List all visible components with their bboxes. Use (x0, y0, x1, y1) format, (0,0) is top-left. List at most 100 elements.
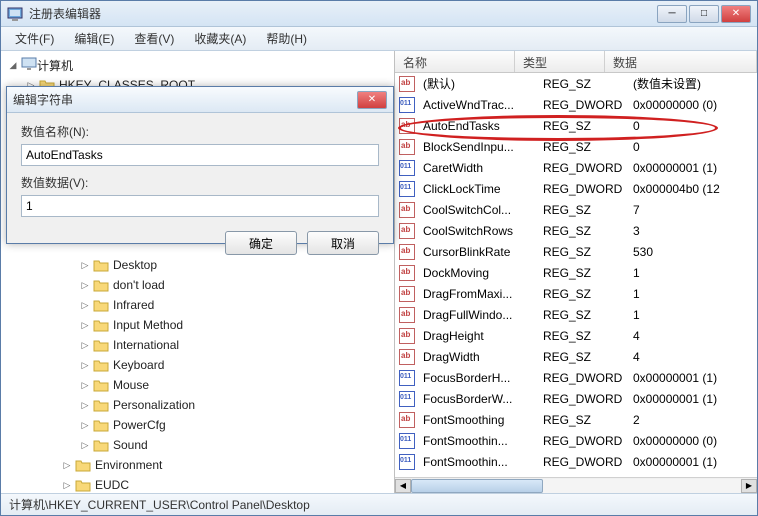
list-row[interactable]: DockMovingREG_SZ1 (395, 262, 757, 283)
tree-item[interactable]: ▷Keyboard (1, 355, 394, 375)
main-titlebar[interactable]: 注册表编辑器 ─ □ ✕ (1, 1, 757, 27)
value-type: REG_SZ (539, 329, 629, 343)
menu-help[interactable]: 帮助(H) (256, 27, 317, 50)
list-row[interactable]: FontSmoothingREG_SZ2 (395, 409, 757, 430)
cancel-button[interactable]: 取消 (307, 231, 379, 255)
dialog-body: 数值名称(N): 数值数据(V): 确定 取消 (7, 113, 393, 265)
expander-icon[interactable]: ▷ (79, 379, 91, 391)
list-row[interactable]: ClickLockTimeREG_DWORD0x000004b0 (12 (395, 178, 757, 199)
list-row[interactable]: DragFromMaxi...REG_SZ1 (395, 283, 757, 304)
list-row[interactable]: DragWidthREG_SZ4 (395, 346, 757, 367)
list-row[interactable]: BlockSendInpu...REG_SZ0 (395, 136, 757, 157)
menubar: 文件(F) 编辑(E) 查看(V) 收藏夹(A) 帮助(H) (1, 27, 757, 51)
value-data: 0x00000001 (1) (629, 455, 757, 469)
list-row[interactable]: FontSmoothin...REG_DWORD0x00000000 (0) (395, 430, 757, 451)
menu-view[interactable]: 查看(V) (124, 27, 184, 50)
value-name: DragFullWindo... (419, 308, 539, 322)
expander-icon[interactable]: ▷ (79, 279, 91, 291)
dword-value-icon (399, 433, 415, 449)
menu-file[interactable]: 文件(F) (5, 27, 64, 50)
value-name: CursorBlinkRate (419, 245, 539, 259)
close-button[interactable]: ✕ (721, 5, 751, 23)
tree-label: Personalization (113, 398, 195, 412)
list-row[interactable]: FontSmoothin...REG_DWORD0x00000001 (1) (395, 451, 757, 472)
folder-icon (93, 358, 109, 372)
tree-item[interactable]: ▷ Personalization (1, 395, 394, 415)
list-row[interactable]: CoolSwitchCol...REG_SZ7 (395, 199, 757, 220)
list-row[interactable]: CaretWidthREG_DWORD0x00000001 (1) (395, 157, 757, 178)
expander-icon[interactable]: ▷ (79, 339, 91, 351)
list-row[interactable]: ActiveWndTrac...REG_DWORD0x00000000 (0) (395, 94, 757, 115)
string-value-icon (399, 286, 415, 302)
tree-root[interactable]: ◢ 计算机 (1, 55, 394, 75)
tree-item[interactable]: ▷Sound (1, 435, 394, 455)
scroll-thumb[interactable] (411, 479, 543, 493)
tree-item[interactable]: ▷ Infrared (1, 295, 394, 315)
value-data: 0x000004b0 (12 (629, 182, 757, 196)
expander-icon[interactable]: ▷ (79, 319, 91, 331)
col-header-type[interactable]: 类型 (515, 51, 605, 72)
expander-icon[interactable]: ▷ (79, 419, 91, 431)
tree-label: International (113, 338, 179, 352)
scroll-left-icon[interactable]: ◀ (395, 479, 411, 493)
minimize-button[interactable]: ─ (657, 5, 687, 23)
tree-label: Environment (95, 458, 162, 472)
value-name: FontSmoothin... (419, 434, 539, 448)
value-data-input[interactable] (21, 195, 379, 217)
list-row[interactable]: DragHeightREG_SZ4 (395, 325, 757, 346)
edit-string-dialog: 编辑字符串 ✕ 数值名称(N): 数值数据(V): 确定 取消 (6, 86, 394, 244)
tree-item[interactable]: ▷ Environment (1, 455, 394, 475)
expander-icon[interactable]: ◢ (7, 59, 19, 71)
value-data: (数值未设置) (629, 75, 757, 92)
list-row[interactable]: DragFullWindo...REG_SZ1 (395, 304, 757, 325)
value-type: REG_SZ (539, 266, 629, 280)
tree-label: PowerCfg (113, 418, 166, 432)
tree-item[interactable]: ▷Mouse (1, 375, 394, 395)
tree-label: Infrared (113, 298, 154, 312)
expander-icon[interactable]: ▷ (79, 299, 91, 311)
scroll-track[interactable] (411, 479, 741, 493)
dialog-close-button[interactable]: ✕ (357, 91, 387, 109)
tree-item[interactable]: ▷don't load (1, 275, 394, 295)
horizontal-scrollbar[interactable]: ◀ ▶ (395, 477, 757, 493)
status-path: 计算机\HKEY_CURRENT_USER\Control Panel\Desk… (9, 496, 310, 513)
folder-icon (93, 338, 109, 352)
regedit-icon (7, 6, 23, 22)
list-row[interactable]: CursorBlinkRateREG_SZ530 (395, 241, 757, 262)
ok-button[interactable]: 确定 (225, 231, 297, 255)
list-row[interactable]: (默认)REG_SZ(数值未设置) (395, 73, 757, 94)
folder-icon (93, 438, 109, 452)
expander-icon[interactable]: ▷ (61, 479, 73, 491)
value-name: DragWidth (419, 350, 539, 364)
list-row[interactable]: FocusBorderH...REG_DWORD0x00000001 (1) (395, 367, 757, 388)
list-body[interactable]: (默认)REG_SZ(数值未设置)ActiveWndTrac...REG_DWO… (395, 73, 757, 477)
list-row[interactable]: CoolSwitchRowsREG_SZ3 (395, 220, 757, 241)
value-name: (默认) (419, 75, 539, 92)
tree-item[interactable]: ▷EUDC (1, 475, 394, 493)
expander-icon[interactable]: ▷ (79, 359, 91, 371)
dword-value-icon (399, 160, 415, 176)
col-header-data[interactable]: 数据 (605, 51, 757, 72)
string-value-icon (399, 412, 415, 428)
maximize-button[interactable]: □ (689, 5, 719, 23)
dword-value-icon (399, 391, 415, 407)
dialog-titlebar[interactable]: 编辑字符串 ✕ (7, 87, 393, 113)
tree-label: 计算机 (37, 57, 73, 74)
list-row[interactable]: FocusBorderW...REG_DWORD0x00000001 (1) (395, 388, 757, 409)
value-data: 0x00000001 (1) (629, 392, 757, 406)
list-row[interactable]: AutoEndTasksREG_SZ0 (395, 115, 757, 136)
folder-icon (93, 398, 109, 412)
expander-icon[interactable]: ▷ (79, 439, 91, 451)
folder-icon (75, 458, 91, 472)
menu-edit[interactable]: 编辑(E) (64, 27, 124, 50)
scroll-right-icon[interactable]: ▶ (741, 479, 757, 493)
col-header-name[interactable]: 名称 (395, 51, 515, 72)
tree-label: Input Method (113, 318, 183, 332)
dword-value-icon (399, 181, 415, 197)
tree-item[interactable]: ▷ PowerCfg (1, 415, 394, 435)
tree-item[interactable]: ▷ Input Method (1, 315, 394, 335)
expander-icon[interactable]: ▷ (79, 399, 91, 411)
tree-item[interactable]: ▷ International (1, 335, 394, 355)
menu-favorites[interactable]: 收藏夹(A) (184, 27, 256, 50)
expander-icon[interactable]: ▷ (61, 459, 73, 471)
